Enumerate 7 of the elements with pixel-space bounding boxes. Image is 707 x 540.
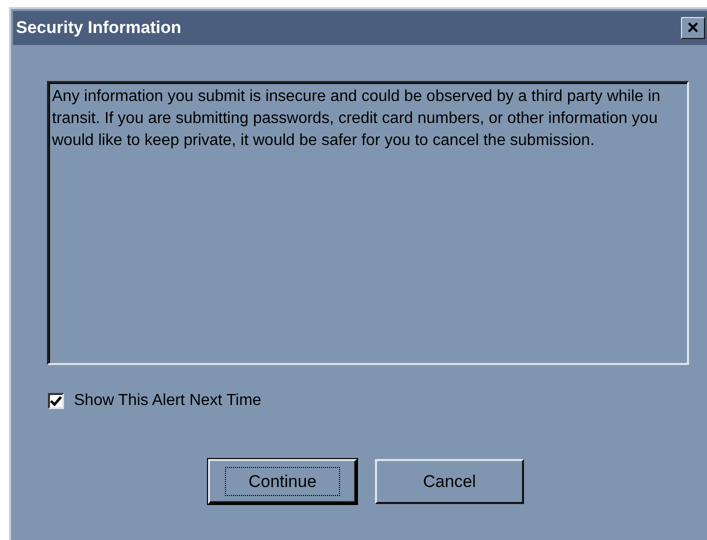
message-text: Any information you submit is insecure and could be observed by a third party while in transit. If you are submitting passwords, credit card numbers, or other information you would like to keep private, it would be safer for you to cancel the submission.: [47, 81, 689, 365]
checkbox-label[interactable]: Show This Alert Next Time: [74, 389, 262, 413]
continue-button[interactable]: Continue: [208, 459, 357, 504]
window-title: Security Information: [16, 17, 182, 40]
close-button[interactable]: ×: [681, 17, 705, 39]
checkbox[interactable]: [48, 393, 64, 409]
cancel-button[interactable]: Cancel: [375, 459, 524, 504]
